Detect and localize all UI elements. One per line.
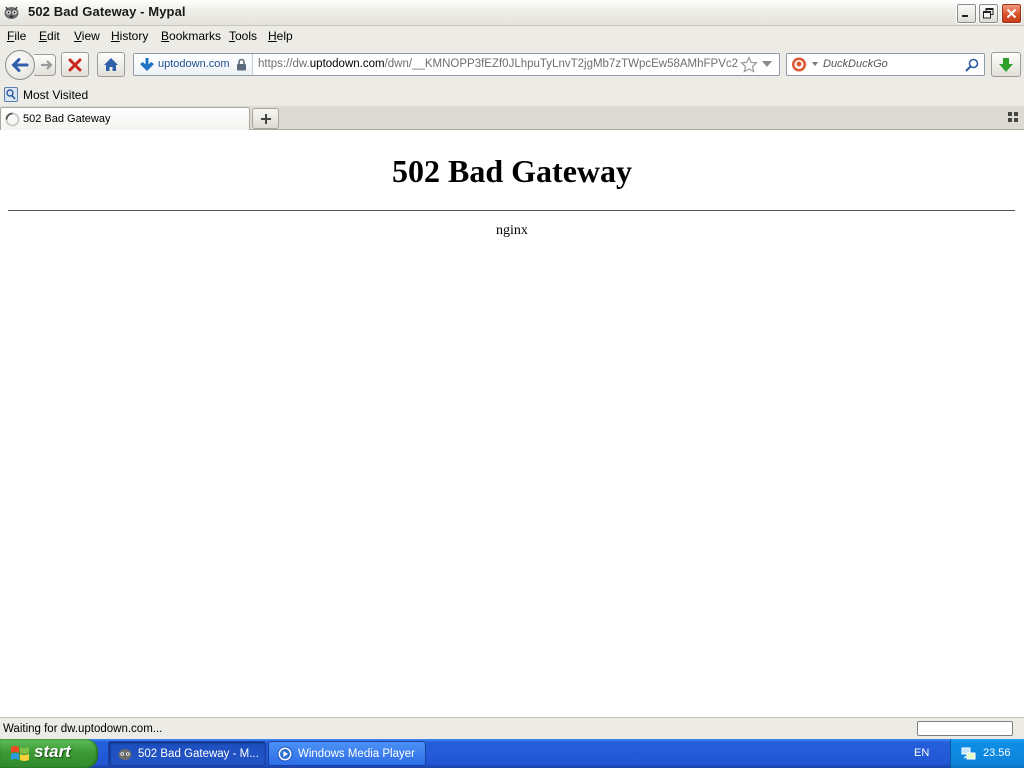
- close-button[interactable]: [1001, 3, 1022, 24]
- download-arrow-icon: [999, 57, 1013, 72]
- navigation-toolbar: uptodown.com https://dw.uptodown.com/dwn…: [0, 46, 1024, 84]
- loading-spinner-icon: [5, 112, 20, 127]
- menu-label: dit: [47, 29, 60, 43]
- menu-accesskey: H: [111, 29, 120, 43]
- menu-label: istory: [119, 29, 149, 43]
- stop-icon: [68, 58, 82, 71]
- divider: [8, 210, 1015, 211]
- bookmarks-toolbar: Most Visited: [0, 84, 1024, 106]
- bookmark-star-icon[interactable]: [740, 56, 758, 74]
- menu-history[interactable]: History: [111, 29, 148, 43]
- url-path: /dwn/__KMNOPP3fEZf0JLhpuTyLnvT2jgMb7zTWp…: [384, 58, 738, 70]
- taskbar-item-label: 502 Bad Gateway - M...: [138, 747, 259, 760]
- stop-button[interactable]: [61, 52, 89, 77]
- home-icon: [104, 58, 118, 71]
- taskbar-item-mypal[interactable]: 502 Bad Gateway - M...: [108, 741, 266, 766]
- url-host: uptodown.com: [309, 58, 385, 70]
- lock-icon: [237, 58, 246, 71]
- windows-flag-icon: [11, 746, 29, 761]
- bookmark-most-visited[interactable]: Most Visited: [4, 87, 88, 102]
- network-icon[interactable]: [961, 745, 977, 761]
- mypal-icon: [118, 748, 132, 760]
- error-heading: 502 Bad Gateway: [392, 153, 632, 189]
- page-content: 502 Bad Gateway nginx: [0, 131, 1024, 717]
- menu-label: elp: [276, 29, 293, 43]
- downloads-button[interactable]: [991, 52, 1021, 77]
- minimize-icon: [962, 15, 968, 17]
- start-button[interactable]: start: [0, 739, 98, 768]
- site-identity-label: uptodown.com: [158, 58, 230, 70]
- taskbar: start 502 Bad Gateway - M... Windows Med…: [0, 739, 1024, 768]
- site-identity-button[interactable]: uptodown.com: [134, 54, 253, 75]
- close-icon: [1006, 8, 1017, 19]
- restore-button[interactable]: [978, 3, 999, 24]
- bookmark-label: Most Visited: [23, 87, 89, 102]
- menu-view[interactable]: View: [74, 29, 100, 43]
- list-all-tabs-icon[interactable]: [1008, 112, 1018, 122]
- plus-icon: [260, 113, 271, 124]
- taskbar-item-media-player[interactable]: Windows Media Player: [268, 741, 426, 766]
- window-title: 502 Bad Gateway - Mypal: [28, 4, 186, 19]
- search-bar[interactable]: [786, 53, 985, 76]
- tab-label: 502 Bad Gateway: [23, 113, 111, 125]
- forward-button[interactable]: [34, 54, 56, 76]
- system-tray: 23.56: [950, 739, 1024, 768]
- start-label: start: [34, 742, 71, 761]
- new-tab-button[interactable]: [252, 108, 279, 129]
- restore-icon: [983, 8, 994, 19]
- taskbar-item-label: Windows Media Player: [298, 747, 415, 760]
- status-text: Waiting for dw.uptodown.com...: [3, 723, 163, 735]
- url-prefix: https://dw.: [258, 58, 310, 70]
- menu-accesskey: H: [268, 29, 277, 43]
- menu-label: ookmarks: [169, 29, 222, 43]
- menu-file[interactable]: File: [7, 29, 26, 43]
- url-dropdown-icon[interactable]: [762, 61, 772, 68]
- status-bar: Waiting for dw.uptodown.com...: [0, 717, 1024, 739]
- search-input[interactable]: [823, 58, 963, 70]
- back-arrow-icon: [11, 58, 29, 72]
- menu-bookmarks[interactable]: Bookmarks: [161, 29, 221, 43]
- menu-label: ile: [14, 29, 27, 43]
- menu-bar: File Edit View History Bookmarks Tools H…: [0, 26, 1024, 46]
- menu-label: ools: [235, 29, 258, 43]
- home-button[interactable]: [97, 52, 125, 77]
- progress-meter: [917, 721, 1013, 736]
- url-bar[interactable]: uptodown.com https://dw.uptodown.com/dwn…: [133, 53, 780, 76]
- tab-502-bad-gateway[interactable]: 502 Bad Gateway: [0, 107, 250, 130]
- tab-strip: 502 Bad Gateway: [0, 106, 1024, 130]
- menu-tools[interactable]: Tools: [229, 29, 257, 43]
- clock[interactable]: 23.56: [983, 747, 1011, 759]
- search-icon[interactable]: [965, 58, 979, 72]
- mypal-icon[interactable]: [3, 4, 20, 21]
- duckduckgo-icon[interactable]: [791, 57, 819, 72]
- folder-icon: [4, 87, 18, 102]
- uptodown-favicon-icon: [140, 58, 154, 71]
- media-player-icon: [277, 746, 293, 761]
- menu-accesskey: V: [74, 29, 82, 43]
- menu-help[interactable]: Help: [268, 29, 293, 43]
- menu-edit[interactable]: Edit: [39, 29, 60, 43]
- menu-accesskey: B: [161, 29, 170, 43]
- minimize-button[interactable]: [956, 3, 977, 24]
- url-text[interactable]: https://dw.uptodown.com/dwn/__KMNOPP3fEZ…: [258, 58, 738, 70]
- language-indicator[interactable]: EN: [914, 747, 929, 759]
- server-name: nginx: [496, 223, 528, 238]
- title-bar: 502 Bad Gateway - Mypal: [0, 0, 1024, 26]
- menu-accesskey: E: [39, 29, 48, 43]
- menu-label: iew: [81, 29, 100, 43]
- back-button[interactable]: [5, 50, 35, 80]
- forward-arrow-icon: [40, 60, 53, 70]
